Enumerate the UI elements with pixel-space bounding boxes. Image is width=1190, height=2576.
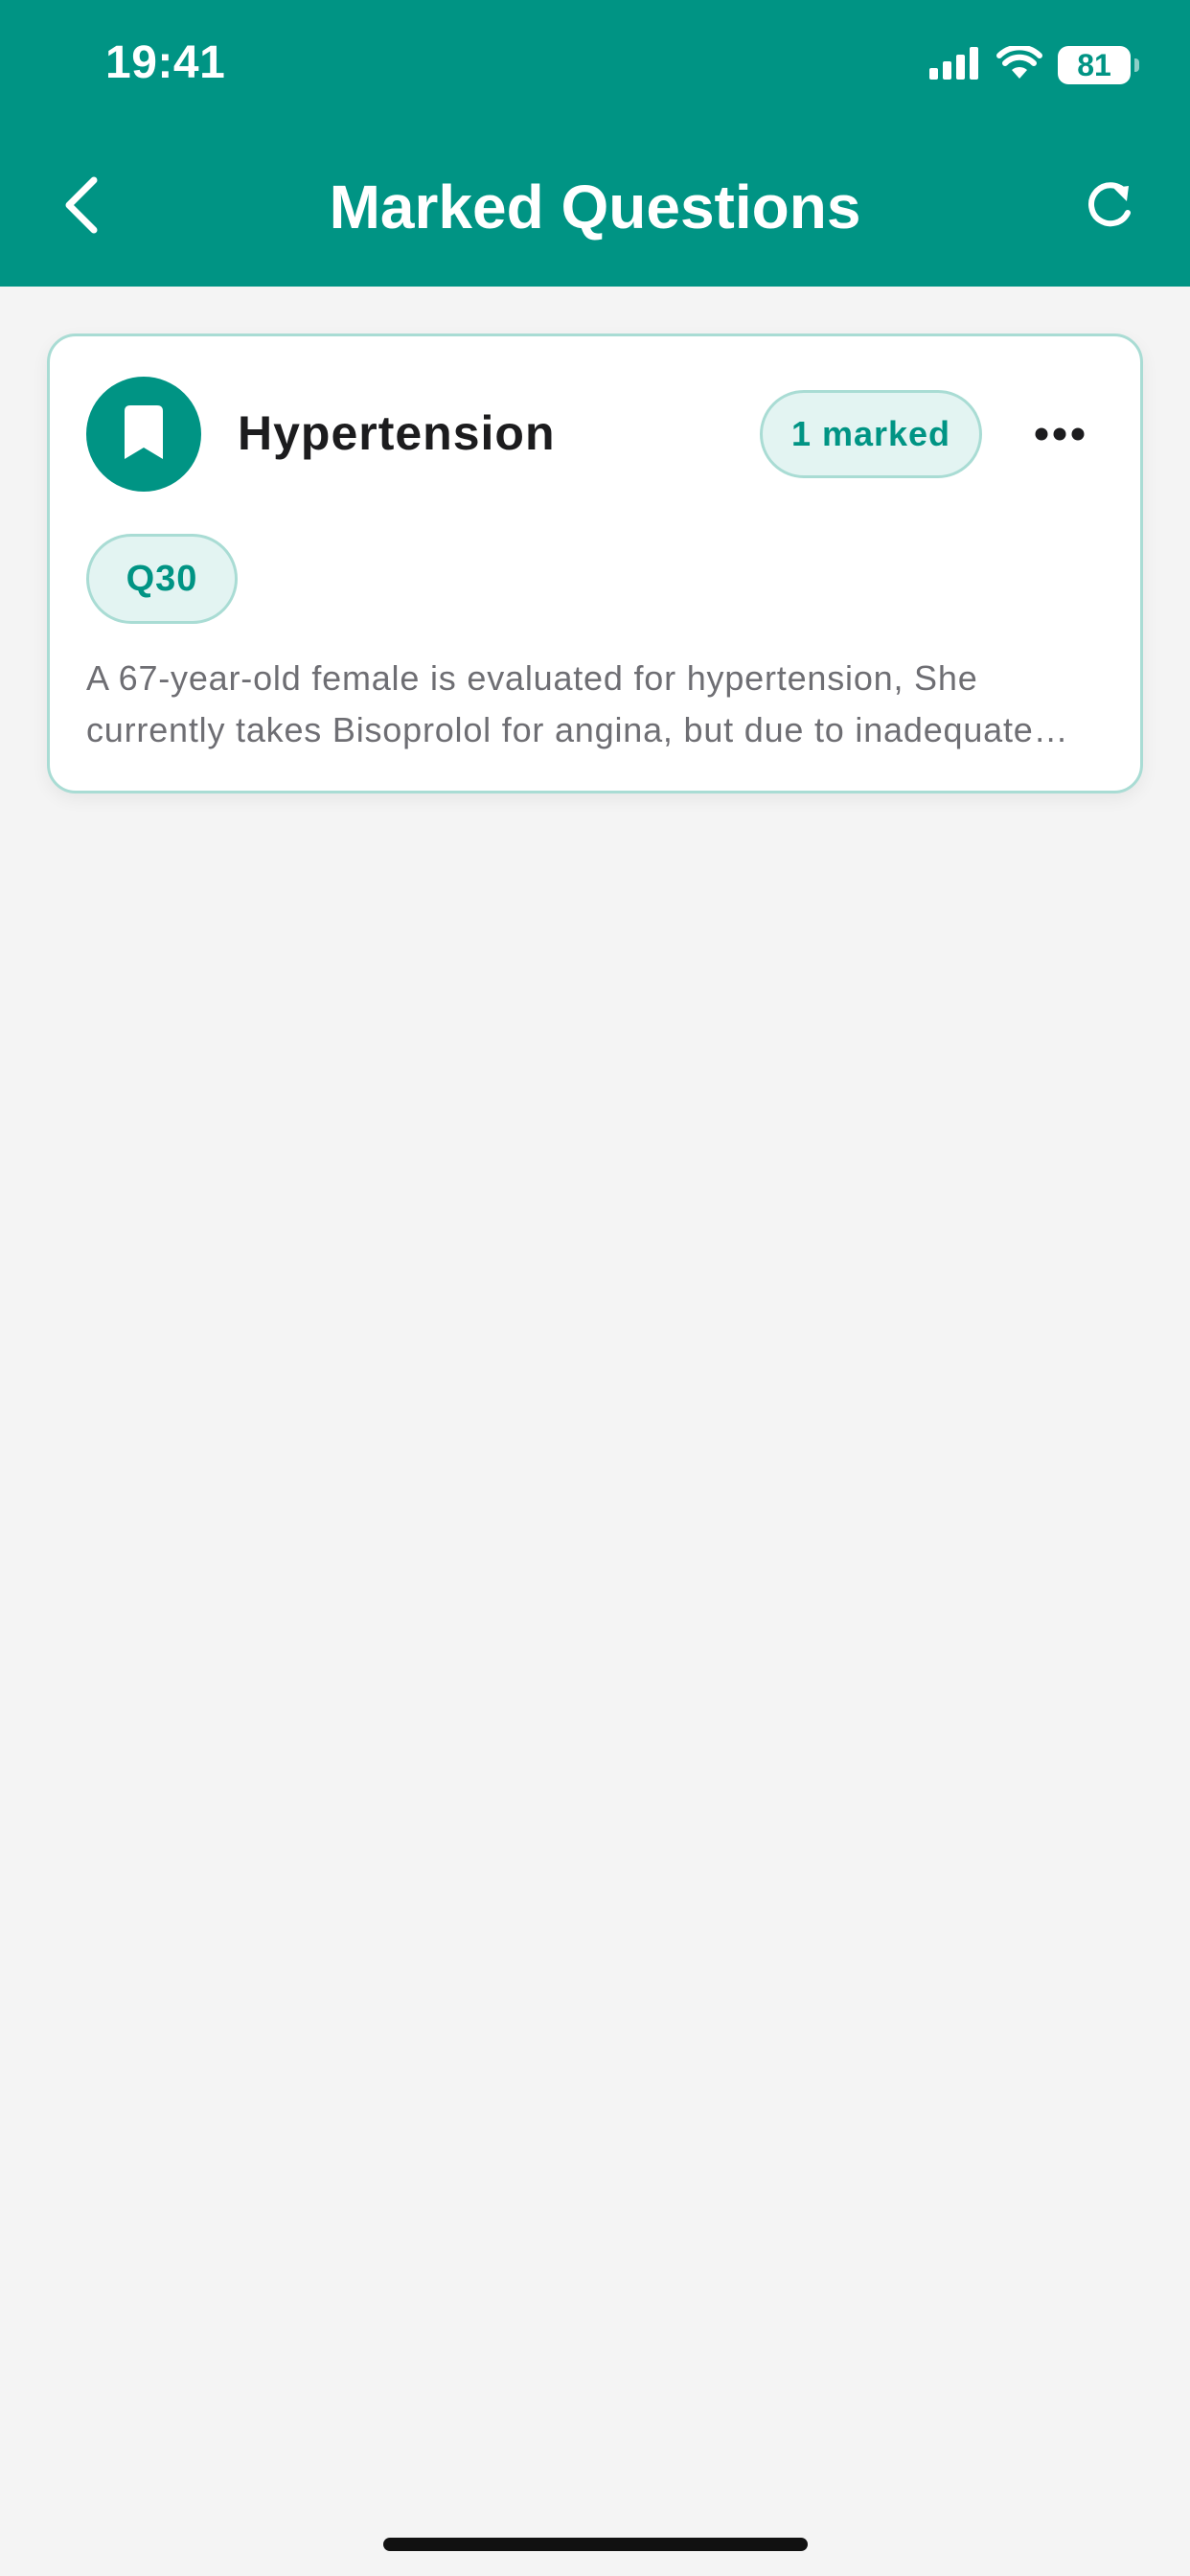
question-preview: A 67-year-old female is evaluated for hy…: [86, 658, 1034, 749]
more-horizontal-icon: [1035, 427, 1085, 446]
back-button[interactable]: [50, 169, 111, 245]
topic-card[interactable]: Hypertension 1 marked Q30 A 67-year-old …: [47, 334, 1143, 794]
chevron-left-icon: [61, 174, 100, 241]
app-header: 19:41 81 Marked Questions: [0, 0, 1190, 287]
bookmark-icon: [123, 404, 165, 464]
page-title: Marked Questions: [329, 172, 861, 242]
wifi-icon: [996, 43, 1042, 85]
topic-icon-circle: [86, 377, 201, 492]
status-icons: 81: [929, 42, 1139, 88]
refresh-icon: [1083, 178, 1136, 237]
home-indicator[interactable]: [383, 2538, 808, 2551]
screen: 19:41 81 Marked Questions Hypertension 1…: [0, 0, 1190, 2576]
status-time: 19:41: [105, 37, 226, 88]
more-options-button[interactable]: [1019, 396, 1100, 476]
cellular-signal-icon: [929, 46, 981, 84]
question-chip[interactable]: Q30: [86, 534, 238, 624]
marked-count-badge: 1 marked: [760, 390, 982, 478]
battery-icon: 81: [1058, 46, 1139, 84]
refresh-button[interactable]: [1071, 169, 1148, 245]
battery-level: 81: [1077, 48, 1111, 82]
topic-title: Hypertension: [238, 406, 556, 460]
